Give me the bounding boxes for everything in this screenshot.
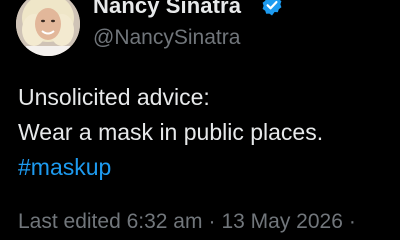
tweet: Nancy Sinatra @NancySinatra Unsolicited … xyxy=(0,0,400,240)
author-handle[interactable]: @NancySinatra xyxy=(93,26,240,50)
post-time[interactable]: 6:32 am xyxy=(127,210,203,233)
meta-separator-trailing: · xyxy=(348,210,356,233)
verified-badge-icon xyxy=(262,0,282,16)
post-line-1: Unsolicited advice: xyxy=(18,84,210,110)
avatar-photo xyxy=(16,0,80,56)
post-line-2: Wear a mask in public places. xyxy=(18,119,324,145)
author-avatar[interactable] xyxy=(16,0,80,56)
meta-separator: · xyxy=(208,210,216,233)
author-name[interactable]: Nancy Sinatra xyxy=(93,0,241,19)
post-text: Unsolicited advice: Wear a mask in publi… xyxy=(18,80,323,185)
hashtag-link[interactable]: #maskup xyxy=(18,150,323,185)
post-date[interactable]: 13 May 2026 xyxy=(221,210,342,233)
post-metadata: Last edited 6:32 am · 13 May 2026 · xyxy=(18,210,362,234)
edited-label[interactable]: Last edited xyxy=(18,210,121,233)
